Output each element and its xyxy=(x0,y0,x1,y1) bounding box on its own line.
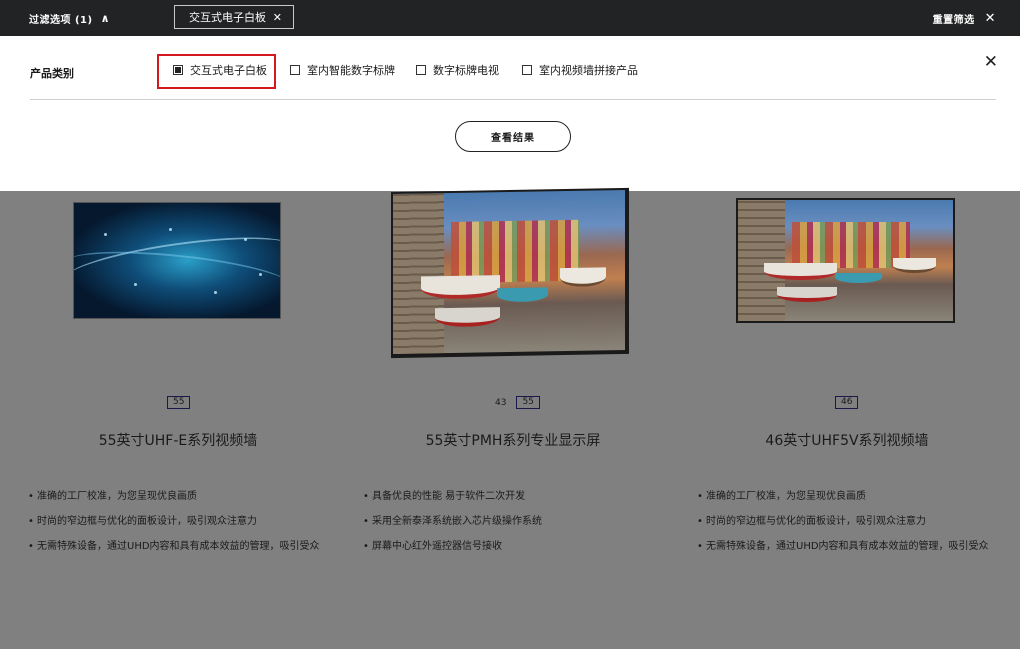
close-icon: ✕ xyxy=(984,10,996,26)
photo-boat xyxy=(834,272,883,284)
filter-option-label: 数字标牌电视 xyxy=(433,64,499,77)
feature-list: 具备优良的性能 易于软件二次开发 采用全新泰泽系统嵌入芯片级操作系统 屏幕中心红… xyxy=(363,490,542,565)
filter-option-interactive-whiteboard[interactable]: 交互式电子白板 xyxy=(173,60,267,80)
active-filter-chip[interactable]: 交互式电子白板 ✕ xyxy=(174,5,294,29)
product-photo xyxy=(393,189,625,355)
decor-dot xyxy=(134,283,137,286)
product-title[interactable]: 46英寸UHF5V系列视频墙 xyxy=(697,430,997,450)
product-image-pmh[interactable] xyxy=(391,187,629,359)
filter-option-signage-tv[interactable]: 数字标牌电视 xyxy=(416,60,499,80)
filter-option-label: 室内视频墙拼接产品 xyxy=(539,64,638,77)
feature-list: 准确的工厂校准，为您呈现优良画质 时尚的窄边框与优化的面板设计，吸引观众注意力 … xyxy=(697,490,989,565)
size-options: 46 xyxy=(835,396,859,409)
photo-boat xyxy=(763,262,837,280)
photo-boat xyxy=(497,287,549,303)
feature-item: 采用全新泰泽系统嵌入芯片级操作系统 xyxy=(363,515,542,540)
filter-panel: 产品类别 交互式电子白板 室内智能数字标牌 数字标牌电视 室内视频墙拼接产品 ✕… xyxy=(0,36,1020,191)
size-options: 55 xyxy=(167,396,191,409)
photo-wall xyxy=(738,200,786,321)
feature-item: 无需特殊设备，通过UHD内容和具有成本效益的管理，吸引受众 xyxy=(697,540,989,565)
product-image-uhf-e[interactable] xyxy=(73,202,281,319)
decor-dot xyxy=(169,228,172,231)
filter-option-label: 室内智能数字标牌 xyxy=(307,64,395,77)
product-title[interactable]: 55英寸PMH系列专业显示屏 xyxy=(363,430,663,450)
filter-option-label: 交互式电子白板 xyxy=(190,64,267,77)
size-options: 43 55 xyxy=(495,396,540,409)
photo-wall xyxy=(393,193,445,355)
product-photo xyxy=(738,200,953,321)
decor-dot xyxy=(214,291,217,294)
checkbox[interactable] xyxy=(522,65,532,75)
checkbox[interactable] xyxy=(173,65,183,75)
photo-boat xyxy=(434,307,500,328)
feature-item: 无需特殊设备，通过UHD内容和具有成本效益的管理，吸引受众 xyxy=(28,540,320,565)
filter-toggle-label: 过滤选项 (1) xyxy=(29,14,93,26)
feature-item: 准确的工厂校准，为您呈现优良画质 xyxy=(697,490,989,515)
close-panel-icon[interactable]: ✕ xyxy=(984,52,998,72)
photo-boat xyxy=(420,275,500,300)
filter-bar: 过滤选项 (1) ∧ 交互式电子白板 ✕ 重置筛选 ✕ xyxy=(0,0,1020,36)
decor-dot xyxy=(259,273,262,276)
checkbox[interactable] xyxy=(290,65,300,75)
size-badge[interactable]: 55 xyxy=(516,396,540,409)
reset-filters-button[interactable]: 重置筛选 ✕ xyxy=(933,0,996,36)
filter-option-indoor-signage[interactable]: 室内智能数字标牌 xyxy=(290,60,395,80)
checkbox[interactable] xyxy=(416,65,426,75)
decor-dot xyxy=(244,238,247,241)
chevron-up-icon: ∧ xyxy=(100,11,111,25)
feature-item: 时尚的窄边框与优化的面板设计，吸引观众注意力 xyxy=(28,515,320,540)
filter-option-video-wall[interactable]: 室内视频墙拼接产品 xyxy=(522,60,638,80)
active-filter-chip-label: 交互式电子白板 xyxy=(189,11,266,24)
photo-boat xyxy=(560,267,607,288)
photo-boat xyxy=(776,287,837,302)
close-icon[interactable]: ✕ xyxy=(273,11,282,24)
feature-item: 时尚的窄边框与优化的面板设计，吸引观众注意力 xyxy=(697,515,989,540)
size-badge[interactable]: 55 xyxy=(167,396,191,409)
feature-item: 具备优良的性能 易于软件二次开发 xyxy=(363,490,542,515)
feature-item: 准确的工厂校准，为您呈现优良画质 xyxy=(28,490,320,515)
size-option[interactable]: 43 xyxy=(495,398,506,408)
product-image-uhf5v[interactable] xyxy=(736,198,955,323)
size-badge[interactable]: 46 xyxy=(835,396,859,409)
product-title[interactable]: 55英寸UHF-E系列视频墙 xyxy=(28,430,328,450)
feature-list: 准确的工厂校准，为您呈现优良画质 时尚的窄边框与优化的面板设计，吸引观众注意力 … xyxy=(28,490,320,565)
divider xyxy=(30,99,996,100)
decor-dot xyxy=(104,233,107,236)
reset-filters-label: 重置筛选 xyxy=(932,14,975,26)
filter-toggle[interactable]: 过滤选项 (1) ∧ xyxy=(29,0,110,36)
view-results-button[interactable]: 查看结果 xyxy=(455,121,571,152)
photo-boat xyxy=(892,258,936,273)
category-label: 产品类别 xyxy=(30,67,74,80)
feature-item: 屏幕中心红外遥控器信号接收 xyxy=(363,540,542,565)
